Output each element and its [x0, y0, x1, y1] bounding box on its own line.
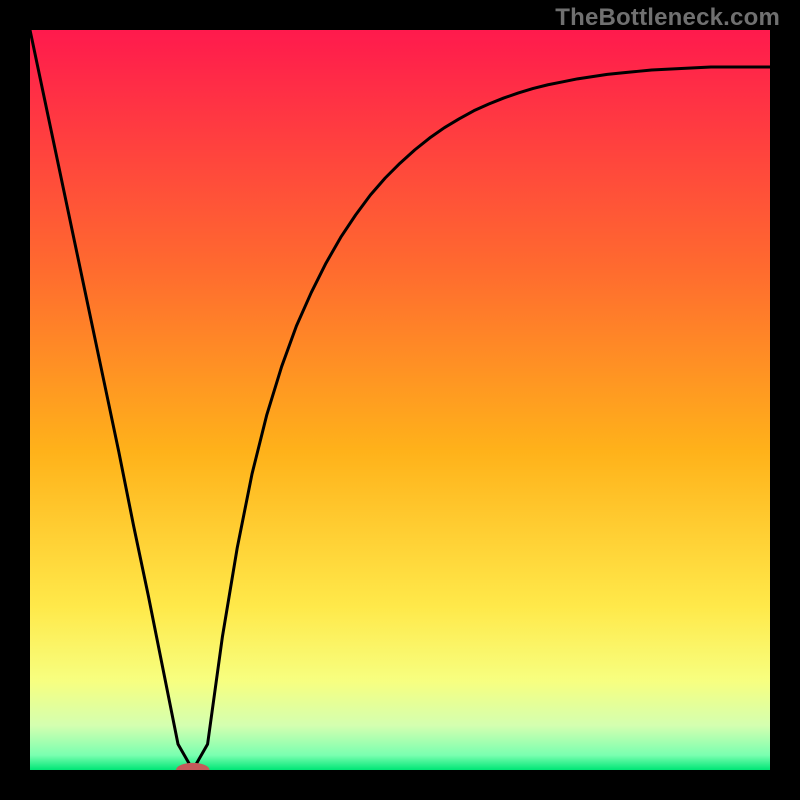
chart-svg: [30, 30, 770, 770]
chart-frame: TheBottleneck.com: [0, 0, 800, 800]
watermark-text: TheBottleneck.com: [555, 4, 780, 32]
plot-area: [30, 30, 770, 770]
gradient-bg: [30, 30, 770, 770]
